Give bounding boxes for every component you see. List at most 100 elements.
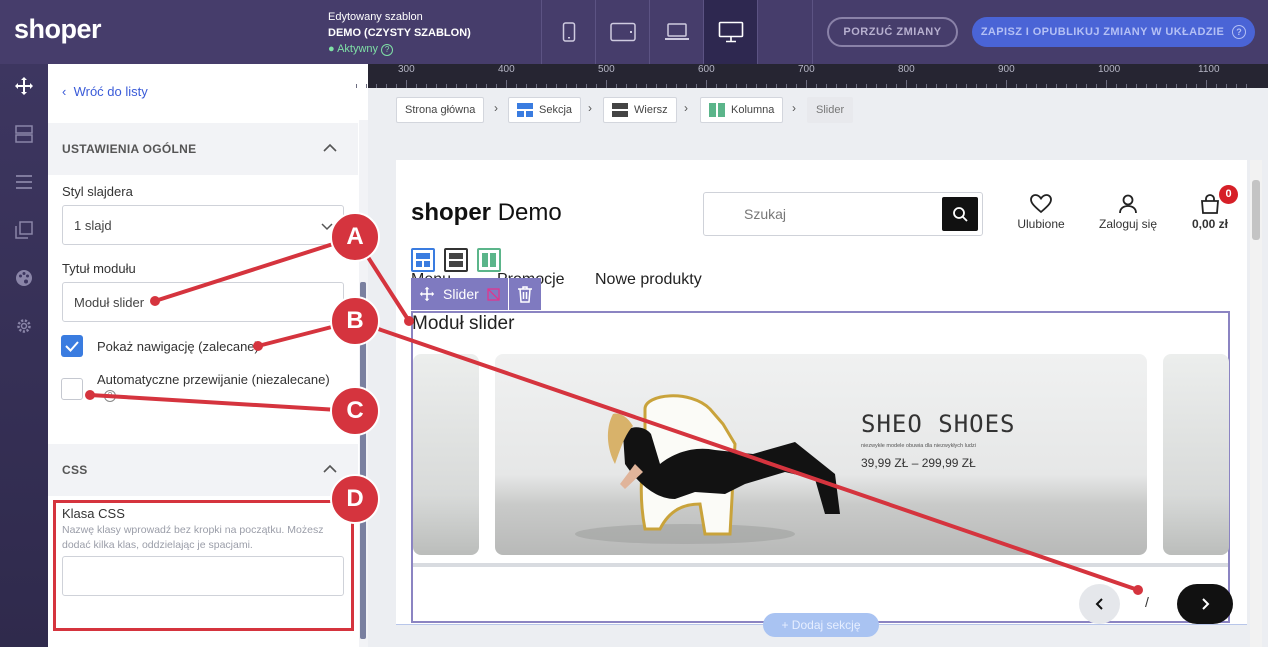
heart-icon bbox=[1030, 194, 1052, 214]
section-css-header[interactable]: CSS bbox=[48, 444, 358, 496]
checkmark-icon bbox=[65, 341, 79, 352]
delete-module-button[interactable] bbox=[509, 278, 541, 310]
cart-bag-icon bbox=[1201, 194, 1219, 214]
template-info: Edytowany szablon DEMO (CZYSTY SZABLON) … bbox=[328, 9, 471, 57]
slider-toolbar: Slider bbox=[411, 278, 541, 310]
settings-tool-button[interactable] bbox=[12, 314, 36, 338]
back-to-list-link[interactable]: ‹ Wróć do listy bbox=[62, 84, 148, 99]
styles-tool-button[interactable] bbox=[12, 266, 36, 290]
slider-style-select[interactable]: 1 slajd bbox=[62, 205, 344, 245]
list-tool-button[interactable] bbox=[12, 170, 36, 194]
help-icon[interactable]: ? bbox=[104, 390, 116, 402]
copy-icon bbox=[15, 221, 33, 239]
divider bbox=[757, 0, 758, 64]
ruler: 300 400 500 600 700 800 900 1000 1100 bbox=[356, 64, 1268, 88]
trash-icon bbox=[518, 286, 532, 303]
device-mobile-button[interactable] bbox=[541, 0, 595, 64]
breadcrumb: Strona główna › Sekcja › Wiersz › Kolumn… bbox=[368, 88, 1268, 132]
cart-count-badge: 0 bbox=[1219, 185, 1238, 204]
mobile-icon bbox=[562, 22, 575, 42]
breadcrumb-item-slider: Slider bbox=[807, 97, 854, 123]
slider-toolbar-label: Slider bbox=[443, 286, 479, 302]
slider-style-value: 1 slajd bbox=[74, 217, 112, 233]
slider-prev-button[interactable] bbox=[1079, 584, 1120, 624]
palette-icon bbox=[16, 270, 32, 286]
slider-pager: / bbox=[1145, 594, 1149, 610]
help-icon[interactable]: ? bbox=[381, 44, 394, 56]
discard-changes-button[interactable]: PORZUĆ ZMIANY bbox=[827, 17, 958, 47]
ruler-tick-mark bbox=[506, 80, 507, 88]
device-desktop-button[interactable] bbox=[703, 0, 757, 64]
publish-label: ZAPISZ I OPUBLIKUJ ZMIANY W UKŁADZIE bbox=[980, 26, 1225, 38]
slide-prev-peek[interactable] bbox=[413, 354, 479, 555]
search-button[interactable] bbox=[942, 197, 978, 231]
breadcrumb-item-home[interactable]: Strona główna bbox=[396, 97, 485, 123]
store-search[interactable]: Szukaj bbox=[703, 192, 983, 236]
breadcrumb-label: Strona główna bbox=[405, 104, 476, 116]
app-logo: shoper bbox=[14, 14, 102, 44]
device-laptop-button[interactable] bbox=[649, 0, 703, 64]
section-icon bbox=[517, 103, 533, 117]
left-rail bbox=[0, 64, 48, 647]
chevron-up-icon bbox=[323, 464, 337, 473]
store-logo: shoper Demo bbox=[411, 199, 562, 226]
column-icon bbox=[709, 103, 725, 117]
slider-drag-handle[interactable]: Slider bbox=[411, 278, 508, 310]
module-title-label: Tytuł modułu bbox=[62, 261, 136, 276]
module-title-input[interactable]: Moduł slider bbox=[62, 282, 344, 322]
row-icon bbox=[612, 103, 628, 117]
ruler-tick-label: 900 bbox=[998, 64, 1015, 75]
callout-b: B bbox=[330, 296, 380, 346]
laptop-icon bbox=[664, 23, 689, 40]
select-section-button[interactable] bbox=[411, 248, 435, 272]
save-publish-button[interactable]: ZAPISZ I OPUBLIKUJ ZMIANY W UKŁADZIE? bbox=[972, 17, 1255, 47]
favorites-link[interactable]: Ulubione bbox=[1013, 194, 1069, 231]
select-column-button[interactable] bbox=[477, 248, 501, 272]
favorites-label: Ulubione bbox=[1017, 217, 1065, 231]
tablet-icon bbox=[609, 22, 636, 42]
login-link[interactable]: Zaloguj się bbox=[1094, 194, 1162, 231]
desktop-icon bbox=[718, 21, 743, 43]
autoplay-checkbox[interactable] bbox=[61, 378, 83, 400]
show-navigation-checkbox[interactable] bbox=[61, 335, 83, 357]
section-icon bbox=[416, 253, 430, 267]
slider-style-label: Styl slajdera bbox=[62, 184, 133, 199]
search-placeholder: Szukaj bbox=[744, 206, 787, 222]
slide-subtext: niezwykłe modele obuwia dla niezwykłych … bbox=[861, 443, 976, 449]
slider-progress-track bbox=[413, 563, 1228, 567]
move-tool-button[interactable] bbox=[12, 74, 36, 98]
select-row-button[interactable] bbox=[444, 248, 468, 272]
breadcrumb-item-column[interactable]: Kolumna bbox=[700, 97, 784, 123]
menu-item-new-products[interactable]: Nowe produkty bbox=[595, 271, 702, 289]
ruler-tick-mark bbox=[606, 80, 607, 88]
module-title-value: Moduł slider bbox=[74, 294, 145, 310]
chevron-left-icon bbox=[1095, 598, 1103, 610]
add-section-button[interactable]: + Dodaj sekcję bbox=[763, 613, 879, 637]
autoplay-label: Automatyczne przewijanie (niezalecane) bbox=[97, 372, 330, 387]
pages-tool-button[interactable] bbox=[12, 218, 36, 242]
chevron-right-icon: › bbox=[792, 101, 796, 115]
back-label: Wróć do listy bbox=[73, 84, 148, 99]
sections-tool-button[interactable] bbox=[12, 122, 36, 146]
ruler-tick-mark bbox=[1006, 80, 1007, 88]
ruler-tick-mark bbox=[1206, 80, 1207, 88]
ruler-tick-label: 300 bbox=[398, 64, 415, 75]
slide-active[interactable]: SHEO SHOES niezwykłe modele obuwia dla n… bbox=[495, 354, 1147, 555]
move-icon bbox=[419, 286, 435, 302]
visibility-off-icon[interactable] bbox=[487, 287, 500, 301]
breadcrumb-item-section[interactable]: Sekcja bbox=[508, 97, 582, 123]
section-title: USTAWIENIA OGÓLNE bbox=[62, 142, 197, 156]
device-tablet-button[interactable] bbox=[595, 0, 649, 64]
section-general-header[interactable]: USTAWIENIA OGÓLNE bbox=[48, 123, 358, 175]
login-label: Zaloguj się bbox=[1098, 217, 1158, 231]
search-icon bbox=[953, 207, 968, 222]
slider-next-button[interactable] bbox=[1177, 584, 1233, 624]
breadcrumb-item-row[interactable]: Wiersz bbox=[603, 97, 677, 123]
help-icon: ? bbox=[1232, 25, 1247, 39]
breadcrumb-label: Kolumna bbox=[731, 104, 775, 116]
template-caption: Edytowany szablon bbox=[328, 11, 423, 23]
slide-next-peek[interactable] bbox=[1163, 354, 1229, 555]
preview-scroll-thumb[interactable] bbox=[1252, 180, 1260, 240]
chevron-right-icon: › bbox=[684, 101, 688, 115]
status-badge: ● Aktywny bbox=[328, 43, 379, 55]
